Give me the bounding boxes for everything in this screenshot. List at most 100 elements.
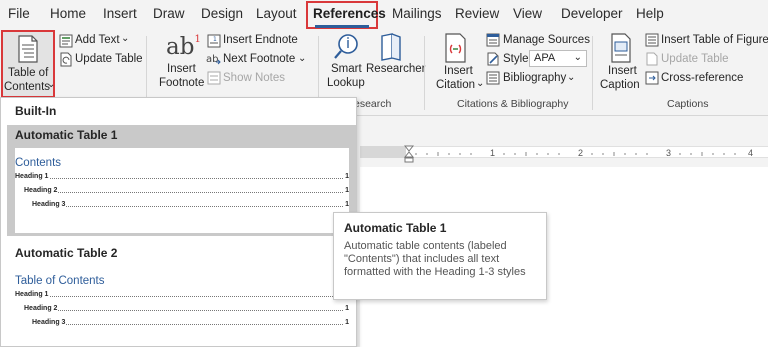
entry-label: Heading 3 xyxy=(32,318,67,328)
toc-label-line2: Contents xyxy=(4,81,51,93)
smart-lookup-label-1[interactable]: Smart xyxy=(331,63,362,76)
manage-sources-button[interactable]: Manage Sources xyxy=(503,34,590,47)
update-table-captions-button[interactable]: Update Table xyxy=(661,53,729,66)
tab-view[interactable]: View xyxy=(513,6,542,22)
next-footnote-icon: ab xyxy=(206,54,221,65)
ruler-margin xyxy=(360,146,406,158)
show-notes-icon xyxy=(207,71,221,85)
bibliography-button[interactable]: Bibliography xyxy=(503,72,566,85)
insert-caption-label-2[interactable]: Caption xyxy=(600,79,640,92)
style-icon xyxy=(487,52,499,66)
word-window: File Home Insert Draw Design Layout Refe… xyxy=(0,0,768,347)
preview-1-entry-1: Heading 1 1 xyxy=(15,172,349,182)
gallery-item-2-preview[interactable]: Table of Contents Heading 1 1 Heading 2 … xyxy=(15,268,349,344)
group-separator xyxy=(424,36,425,110)
preview-1-heading: Contents xyxy=(15,157,62,169)
chevron-down-icon: ⌄ xyxy=(47,79,56,90)
insert-table-of-figures-button[interactable]: Insert Table of Figures xyxy=(661,34,768,47)
table-of-contents-icon xyxy=(18,35,38,63)
ruler-ticks xyxy=(415,152,736,156)
tab-file[interactable]: File xyxy=(8,6,30,22)
tab-references[interactable]: References xyxy=(313,6,386,22)
footnote-ab-glyph: ab xyxy=(166,34,195,60)
tab-draw[interactable]: Draw xyxy=(153,6,185,22)
entry-page: 1 xyxy=(344,200,349,210)
tab-review[interactable]: Review xyxy=(455,6,499,22)
preview-1-entry-3: Heading 3 1 xyxy=(32,200,349,210)
preview-2-entry-3: Heading 3 1 xyxy=(32,318,349,328)
insert-footnote-label-1: Insert xyxy=(167,63,196,75)
toc-gallery-dropdown: Built-In Automatic Table 1 Contents Head… xyxy=(0,97,357,347)
add-text-chevron-icon[interactable]: ⌄ xyxy=(121,32,129,45)
preview-2-entry-1: Heading 1 1 xyxy=(15,290,349,300)
indent-marker-icon[interactable] xyxy=(404,145,414,165)
bibliography-chevron-icon[interactable]: ⌄ xyxy=(567,71,575,84)
smart-lookup-icon xyxy=(334,34,358,59)
tab-developer[interactable]: Developer xyxy=(561,6,623,22)
update-table-captions-icon xyxy=(646,52,658,66)
insert-endnote-icon: 1 xyxy=(207,34,221,48)
style-chevron-icon: ⌄ xyxy=(573,52,582,63)
entry-label: Heading 2 xyxy=(24,186,59,196)
entry-label: Heading 2 xyxy=(24,304,59,314)
tab-insert[interactable]: Insert xyxy=(103,6,137,22)
update-table-icon xyxy=(60,52,72,67)
insert-citation-label-1[interactable]: Insert xyxy=(444,65,473,78)
entry-label: Heading 1 xyxy=(15,290,50,300)
gallery-item-2-title[interactable]: Automatic Table 2 xyxy=(15,246,117,260)
insert-footnote-icon[interactable]: ab1 xyxy=(166,34,201,60)
insert-endnote-button[interactable]: Insert Endnote xyxy=(223,34,298,47)
next-footnote-button[interactable]: Next Footnote xyxy=(223,53,295,66)
leader-dots xyxy=(32,324,343,325)
tab-layout[interactable]: Layout xyxy=(256,6,297,22)
style-select[interactable]: APA ⌄ xyxy=(529,50,587,67)
tooltip-title: Automatic Table 1 xyxy=(344,221,447,235)
insert-citation-label-2[interactable]: Citation xyxy=(436,79,475,92)
svg-text:1: 1 xyxy=(213,36,217,43)
tooltip-description: Automatic table contents (labeled "Conte… xyxy=(344,240,526,278)
researcher-button[interactable]: Researcher xyxy=(366,63,425,76)
style-select-value: APA xyxy=(534,52,556,64)
citations-group-label: Citations & Bibliography xyxy=(457,98,569,110)
bibliography-icon xyxy=(486,71,500,85)
insert-table-of-figures-icon xyxy=(645,33,659,47)
leader-dots xyxy=(15,296,343,297)
horizontal-ruler[interactable] xyxy=(360,146,768,158)
tab-home[interactable]: Home xyxy=(50,6,86,22)
manage-sources-icon xyxy=(486,33,500,47)
add-text-button[interactable]: Add Text xyxy=(75,34,120,47)
update-table-button[interactable]: Update Table xyxy=(75,53,143,66)
active-tab-underline xyxy=(315,25,369,28)
cross-reference-button[interactable]: Cross-reference xyxy=(661,72,743,85)
leader-dots xyxy=(24,310,343,311)
svg-text:ab: ab xyxy=(206,54,218,65)
gallery-item-1-preview[interactable]: Contents Heading 1 1 Heading 2 1 Heading… xyxy=(15,148,349,233)
footnote-superscript: 1 xyxy=(194,34,201,45)
tooltip: Automatic Table 1 Automatic table conten… xyxy=(333,212,547,300)
entry-label: Heading 1 xyxy=(15,172,50,182)
captions-group-label: Captions xyxy=(667,98,709,110)
insert-citation-icon xyxy=(445,33,466,63)
cross-reference-icon xyxy=(645,71,659,85)
group-separator xyxy=(592,36,593,110)
tab-design[interactable]: Design xyxy=(201,6,243,22)
toc-label-line1: Table of xyxy=(8,67,49,79)
table-of-contents-button[interactable]: Table of Contents ⌄ xyxy=(1,30,55,98)
tab-mailings[interactable]: Mailings xyxy=(392,6,442,22)
smart-lookup-label-2[interactable]: Lookup xyxy=(327,77,365,90)
gallery-item-1-title: Automatic Table 1 xyxy=(15,128,118,142)
ruler-mark-4: 4 xyxy=(748,148,754,158)
ruler-mark-1: 1 xyxy=(490,148,496,158)
insert-citation-chevron-icon[interactable]: ⌄ xyxy=(476,77,484,90)
leader-dots xyxy=(32,206,343,207)
leader-dots xyxy=(15,178,343,179)
show-notes-button[interactable]: Show Notes xyxy=(223,72,285,85)
tab-help[interactable]: Help xyxy=(636,6,664,22)
entry-page: 1 xyxy=(344,318,349,328)
next-footnote-chevron-icon[interactable]: ⌄ xyxy=(298,52,306,65)
entry-label: Heading 3 xyxy=(32,200,67,210)
preview-1-entry-2: Heading 2 1 xyxy=(24,186,349,196)
insert-caption-label-1[interactable]: Insert xyxy=(608,65,637,78)
leader-dots xyxy=(24,192,343,193)
preview-2-heading: Table of Contents xyxy=(15,275,105,287)
